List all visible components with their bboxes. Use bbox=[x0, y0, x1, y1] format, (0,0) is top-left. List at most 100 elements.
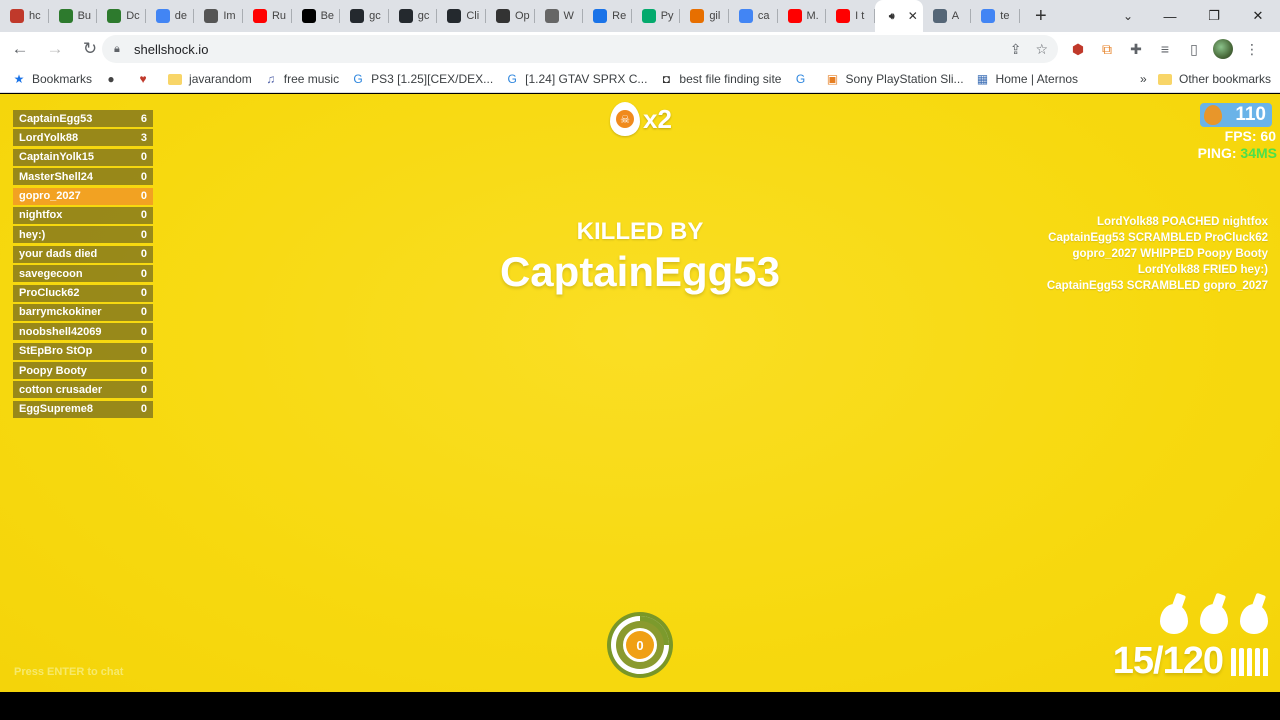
browser-tab[interactable]: gc bbox=[389, 0, 438, 32]
browser-tab[interactable]: Ru bbox=[243, 0, 292, 32]
address-bar[interactable]: 🔒︎ shellshock.io ⇪ ☆ bbox=[102, 35, 1058, 63]
browser-tab[interactable]: I t bbox=[826, 0, 875, 32]
extension-red-icon[interactable]: ⬢ bbox=[1068, 39, 1088, 59]
browser-tab[interactable]: ca bbox=[729, 0, 778, 32]
tab-label: I t bbox=[855, 10, 865, 22]
ammo-bullets-icon bbox=[1231, 647, 1268, 676]
tab-label: Im bbox=[223, 10, 236, 22]
browser-toolbar: ← → ↻ 🔒︎ shellshock.io ⇪ ☆ ⬢ ⧉ ✚ ≡ ▯ ⋮ bbox=[0, 32, 1280, 66]
golden-egg-icon bbox=[1204, 105, 1222, 125]
other-bookmarks-label: Other bookmarks bbox=[1179, 72, 1272, 86]
tab-search-icon[interactable]: ⌄ bbox=[1116, 0, 1140, 32]
bookmark-item[interactable]: ▣ Sony PlayStation Sli... bbox=[825, 72, 964, 86]
game-viewport[interactable]: CaptainEgg53 6 LordYolk88 3 CaptainYolk15 0 Ma… bbox=[0, 94, 1280, 692]
chat-hint: Press ENTER to chat bbox=[14, 666, 124, 678]
scoreboard-row: barrymckokiner 0 bbox=[13, 303, 153, 321]
browser-tab[interactable]: Py bbox=[632, 0, 681, 32]
extensions-area: ⬢ ⧉ ✚ ≡ ▯ ⋮ bbox=[1068, 35, 1262, 63]
share-icon[interactable]: ⇪ bbox=[1010, 41, 1022, 58]
minimize-icon[interactable]: — bbox=[1148, 0, 1192, 32]
side-panel-icon[interactable]: ▯ bbox=[1184, 39, 1204, 59]
menu-kebab-icon[interactable]: ⋮ bbox=[1242, 39, 1262, 59]
bookmark-star-icon[interactable]: ☆ bbox=[1035, 41, 1048, 58]
tab-label: hc bbox=[29, 10, 41, 22]
browser-tab[interactable]: 🔊︎ ✕ bbox=[874, 0, 923, 32]
bookmark-item[interactable]: ★ Bookmarks bbox=[12, 72, 92, 86]
player-score: 0 bbox=[140, 306, 147, 319]
kill-feed-entry: LordYolk88 POACHED nightfox bbox=[1096, 216, 1268, 228]
youtube-icon bbox=[252, 9, 267, 23]
browser-tab[interactable]: gc bbox=[340, 0, 389, 32]
tab-label: W bbox=[563, 10, 574, 22]
browser-tab[interactable]: W bbox=[535, 0, 584, 32]
forward-arrow-icon[interactable]: → bbox=[40, 34, 70, 64]
headphones-icon: ♫ bbox=[266, 72, 276, 86]
browser-tab[interactable]: hc bbox=[0, 0, 49, 32]
player-score: 0 bbox=[140, 170, 147, 183]
bookmark-item[interactable]: G [1.24] GTAV SPRX C... bbox=[505, 72, 647, 86]
new-tab-button[interactable]: + bbox=[1026, 1, 1056, 31]
window-controls: — ❐ ✕ bbox=[1148, 0, 1280, 32]
lock-icon[interactable]: 🔒︎ bbox=[114, 43, 126, 56]
scoreboard-row: CaptainEgg53 6 bbox=[13, 110, 153, 127]
browser-tab[interactable]: Im bbox=[194, 0, 243, 32]
back-arrow-icon[interactable]: ← bbox=[5, 34, 35, 64]
bookmark-label: Home | Aternos bbox=[995, 72, 1079, 86]
kill-feed-entry: CaptainEgg53 SCRAMBLED gopro_2027 bbox=[1046, 280, 1268, 292]
bookmark-list: ★ Bookmarks ● ♥ javarandom ♫ free music G PS3 [1… bbox=[0, 72, 1078, 86]
bookmark-label: Bookmarks bbox=[32, 72, 93, 86]
bookmark-item[interactable]: ♥ bbox=[136, 72, 156, 86]
browser-tab[interactable]: M. bbox=[778, 0, 827, 32]
tab-label: Ru bbox=[271, 10, 287, 22]
medium-icon bbox=[301, 9, 316, 23]
bookmark-item[interactable]: ● bbox=[104, 72, 124, 86]
browser-tab[interactable]: Cli bbox=[437, 0, 486, 32]
browser-tab[interactable]: Be bbox=[292, 0, 341, 32]
browser-tab[interactable]: A bbox=[923, 0, 972, 32]
extensions-puzzle-icon[interactable]: ✚ bbox=[1126, 39, 1146, 59]
ping-counter: PING: 34MS bbox=[1198, 145, 1277, 161]
openai-icon bbox=[495, 9, 510, 23]
fps-counter: FPS: 60 bbox=[1224, 128, 1276, 144]
close-window-icon[interactable]: ✕ bbox=[1236, 0, 1280, 32]
player-score: 0 bbox=[140, 403, 147, 416]
browser-tab[interactable]: Bu bbox=[49, 0, 98, 32]
restore-icon[interactable]: ❐ bbox=[1192, 0, 1236, 32]
browser-tab[interactable]: Dc bbox=[97, 0, 146, 32]
tab-close-icon[interactable]: ✕ bbox=[908, 9, 918, 23]
kill-feed: LordYolk88 POACHED nightfox CaptainEgg53 … bbox=[1047, 214, 1268, 294]
scoreboard-row: EggSupreme8 0 bbox=[13, 400, 153, 418]
bookmark-item[interactable]: ▦ Home | Aternos bbox=[976, 72, 1079, 86]
url-text[interactable]: shellshock.io bbox=[134, 42, 208, 57]
taskbar-strip bbox=[0, 692, 1280, 720]
bookmark-item[interactable]: javarandom bbox=[168, 72, 252, 86]
avatar-icon bbox=[932, 9, 947, 23]
media-queue-icon[interactable]: ≡ bbox=[1155, 39, 1175, 59]
google-icon bbox=[155, 9, 170, 23]
browser-tab[interactable]: gil bbox=[680, 0, 729, 32]
bookmark-item[interactable]: ♫ free music bbox=[264, 72, 339, 86]
player-name: Poopy Booty bbox=[19, 364, 87, 377]
browser-tab[interactable]: Re bbox=[583, 0, 632, 32]
profile-avatar[interactable] bbox=[1213, 39, 1233, 59]
bookmark-item[interactable]: G PS3 [1.25][CEX/DEX... bbox=[351, 72, 493, 86]
scoreboard-row: CaptainYolk15 0 bbox=[13, 148, 153, 166]
player-name: LordYolk88 bbox=[19, 131, 79, 144]
browser-tab[interactable]: Op bbox=[486, 0, 535, 32]
browser-tab[interactable]: de bbox=[146, 0, 195, 32]
reload-icon[interactable]: ↻ bbox=[75, 34, 105, 64]
other-bookmarks[interactable]: Other bookmarks bbox=[1158, 72, 1271, 86]
bookmark-item[interactable]: ◘ best file finding site bbox=[659, 72, 782, 86]
browser-tab[interactable]: te bbox=[971, 0, 1020, 32]
player-name: MasterShell24 bbox=[19, 170, 93, 183]
bookmark-label: [1.24] GTAV SPRX C... bbox=[525, 72, 648, 86]
bookmark-label: free music bbox=[283, 72, 340, 86]
record-icon bbox=[593, 9, 608, 23]
tab-label: Dc bbox=[126, 10, 140, 22]
bookmarks-overflow-icon[interactable]: » bbox=[1140, 72, 1147, 86]
extension-green-icon[interactable]: ⧉ bbox=[1097, 39, 1117, 59]
youtube-icon bbox=[787, 9, 802, 23]
kill-streak: ☠ x2 bbox=[610, 102, 672, 136]
player-score: 0 bbox=[140, 383, 147, 396]
bookmark-item[interactable]: G bbox=[793, 72, 813, 86]
